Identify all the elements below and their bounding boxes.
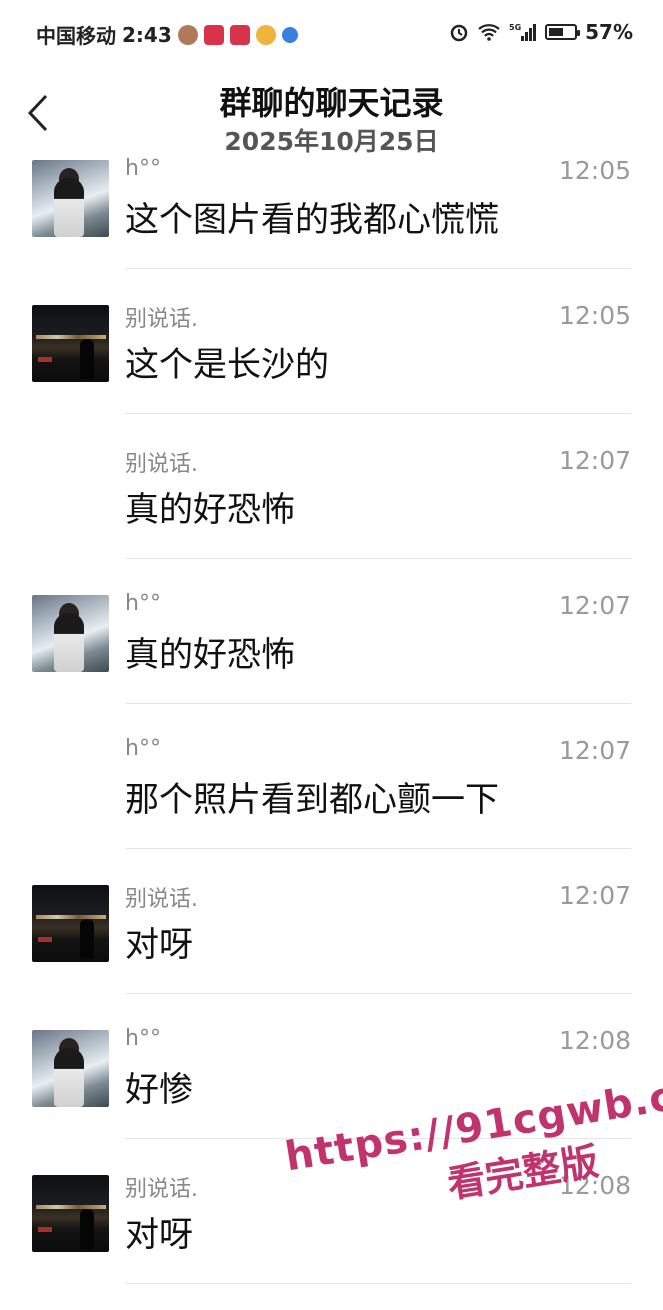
message-time: 12:05 [558, 301, 631, 330]
message-item[interactable]: 别说话. 12:05 这个是长沙的 [0, 295, 663, 440]
message-text: 真的好恐怖 [125, 635, 295, 675]
divider [125, 703, 631, 704]
chat-header: 群聊的聊天记录 2025年10月25日 [0, 66, 663, 156]
clock: 2:43 [122, 22, 172, 47]
message-item[interactable]: h°° 12:07 那个照片看到都心颤一下 [0, 730, 663, 875]
avatar[interactable] [32, 885, 109, 962]
divider [125, 848, 631, 849]
app-notification-icon-2 [229, 24, 250, 45]
app-notification-icon [203, 24, 224, 45]
message-item[interactable]: h°° 12:07 真的好恐怖 [0, 585, 663, 730]
avatar[interactable] [32, 595, 109, 672]
signal-icon: 5G [509, 23, 537, 41]
sender-name: h°° [125, 736, 161, 761]
carrier-label: 中国移动 [36, 24, 116, 48]
divider [125, 558, 631, 559]
sender-name: h°° [125, 591, 161, 616]
divider [125, 993, 631, 994]
message-item[interactable]: h°° 12:05 这个图片看的我都心慌慌 [0, 150, 663, 295]
message-text: 真的好恐怖 [125, 490, 295, 530]
divider [125, 413, 631, 414]
sender-name: 别说话. [125, 452, 198, 477]
message-text: 对呀 [125, 925, 193, 965]
wifi-icon [478, 24, 500, 41]
message-text: 这个图片看的我都心慌慌 [125, 200, 499, 240]
message-text: 这个是长沙的 [125, 345, 329, 385]
message-time: 12:07 [558, 881, 631, 910]
sender-name: 别说话. [125, 307, 198, 332]
message-text: 好惨 [125, 1070, 193, 1110]
alarm-icon [450, 24, 468, 42]
sender-name: h°° [125, 1026, 161, 1051]
divider [125, 268, 631, 269]
sender-name: 别说话. [125, 1177, 198, 1202]
battery-icon [545, 24, 581, 40]
status-bar: 中国移动 2:43 5G 57% [0, 0, 663, 66]
app-blue-icon [281, 26, 298, 43]
sender-name: 别说话. [125, 887, 198, 912]
message-item[interactable]: 别说话. 12:07 真的好恐怖 [0, 440, 663, 585]
headset-icon [255, 24, 276, 45]
sender-name: h°° [125, 156, 161, 181]
message-time: 12:07 [558, 736, 631, 765]
message-time: 12:08 [558, 1026, 631, 1055]
avatar[interactable] [32, 160, 109, 237]
message-time: 12:05 [558, 156, 631, 185]
avatar[interactable] [32, 305, 109, 382]
message-time: 12:07 [558, 591, 631, 620]
svg-text:5G: 5G [509, 23, 521, 32]
message-text: 那个照片看到都心颤一下 [125, 780, 499, 820]
message-item[interactable]: 别说话. 12:07 对呀 [0, 875, 663, 1020]
message-time: 12:07 [558, 446, 631, 475]
message-text: 对呀 [125, 1215, 193, 1255]
divider [125, 1283, 631, 1284]
avatar[interactable] [32, 1175, 109, 1252]
notification-avatar-icon [177, 24, 198, 45]
battery-percent: 57% [585, 20, 633, 44]
page-title: 群聊的聊天记录 [219, 84, 444, 122]
avatar[interactable] [32, 1030, 109, 1107]
